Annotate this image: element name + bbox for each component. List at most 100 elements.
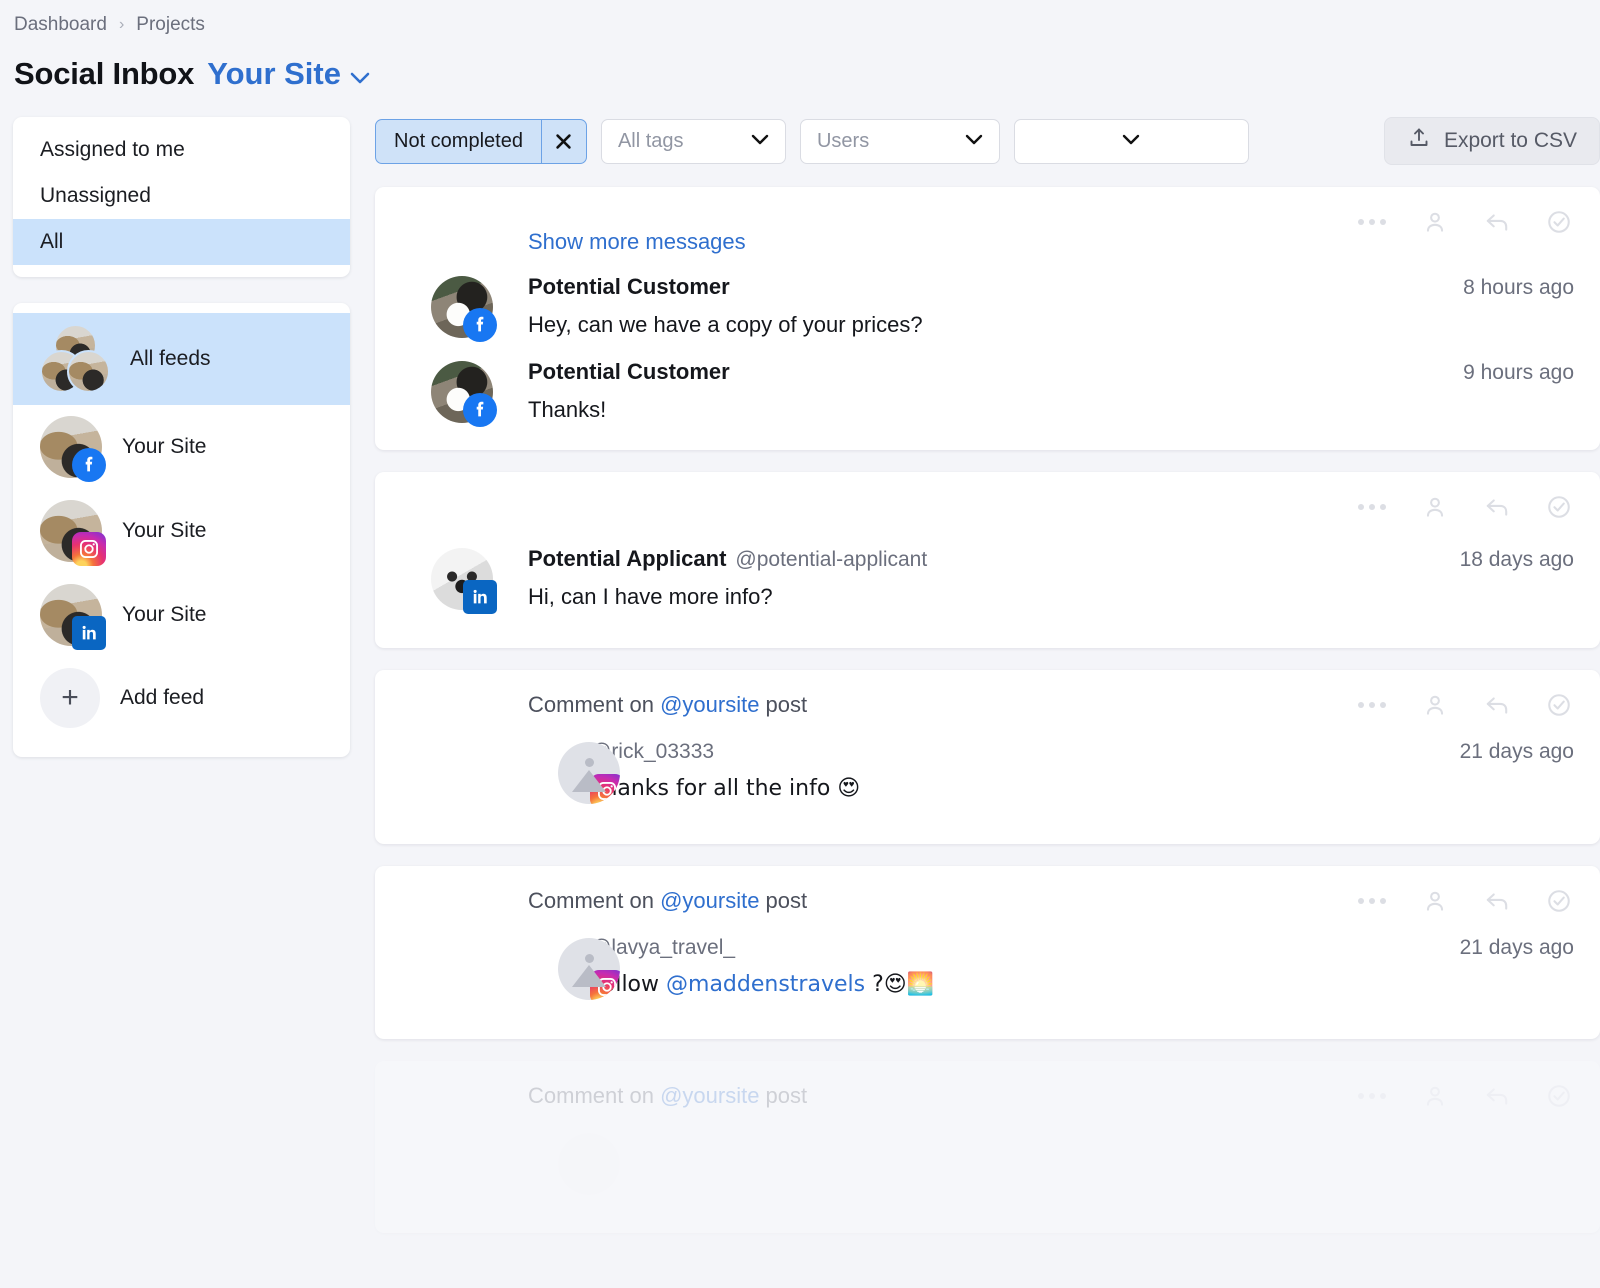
check-circle-icon[interactable] [1546,692,1572,718]
close-icon[interactable] [541,120,586,163]
page-title-row: Social Inbox Your Site [0,36,1600,92]
avatar [67,350,110,393]
message-author: Potential Customer [528,274,730,300]
message-timestamp: 18 days ago [1436,548,1574,572]
reply-arrow-icon[interactable] [1484,888,1510,914]
person-icon[interactable] [1422,1083,1448,1109]
filter-toolbar: Not completed All tags Users [375,117,1600,165]
sidebar-item-feed-facebook[interactable]: Your Site [13,405,350,489]
feeds-card: All feeds Your Site [13,303,350,757]
status-filter-chip[interactable]: Not completed [375,119,587,164]
chevron-down-icon [350,56,370,92]
conversation-card[interactable]: Show more messages Potential Customer 8 … [375,187,1600,450]
site-switcher[interactable]: Your Site [207,56,370,92]
card-actions [1358,1083,1572,1109]
site-switcher-label: Your Site [207,56,341,92]
message-text-mention[interactable]: @maddenstravels [666,972,865,997]
message-text: Hey, can we have a copy of your prices? [528,310,1574,340]
breadcrumb: Dashboard › Projects [0,0,1600,36]
card-actions [1358,888,1572,914]
conversation-card[interactable]: Comment on @yoursite post @lavya_travel_ [375,866,1600,1040]
message-row: @rick_03333 21 days ago Thanks for all t… [401,740,1574,804]
comment-header-prefix: Comment on [528,888,660,913]
instagram-icon [590,970,620,1000]
users-select[interactable]: Users [800,119,1000,164]
facebook-icon [72,448,106,482]
avatar [40,416,102,478]
card-actions [1358,209,1572,235]
sidebar-item-unassigned[interactable]: Unassigned [13,173,350,219]
person-icon[interactable] [1422,888,1448,914]
reply-arrow-icon[interactable] [1484,494,1510,520]
sidebar-item-feed-instagram[interactable]: Your Site [13,489,350,573]
comment-header-mention[interactable]: @yoursite [660,1083,759,1108]
message-author: Potential Applicant [528,546,726,572]
extra-select[interactable] [1014,119,1249,164]
message-text: Follow @maddenstravels ?😍🌅 [590,970,1574,1000]
ellipsis-icon[interactable] [1358,1093,1386,1099]
message-text-suffix: ?😍🌅 [865,972,934,997]
avatar [431,548,493,610]
ellipsis-icon[interactable] [1358,898,1386,904]
reply-arrow-icon[interactable] [1484,209,1510,235]
conversation-card[interactable]: Comment on @yoursite post [375,1061,1600,1233]
person-icon[interactable] [1422,209,1448,235]
sidebar-item-feed-linkedin[interactable]: Your Site [13,573,350,657]
add-feed-label: Add feed [120,686,204,710]
comment-header-suffix: post [759,888,807,913]
sidebar-item-label: Your Site [122,603,206,627]
sidebar-item-label: Your Site [122,519,206,543]
check-circle-icon[interactable] [1546,494,1572,520]
comment-header-mention[interactable]: @yoursite [660,888,759,913]
check-circle-icon[interactable] [1546,888,1572,914]
comment-header-suffix: post [759,692,807,717]
check-circle-icon[interactable] [1546,209,1572,235]
message-timestamp: 21 days ago [1436,936,1574,960]
status-filter-label: Not completed [376,120,541,163]
message-text: Thanks for all the info 😍 [590,774,1574,804]
avatar-placeholder [558,1133,620,1195]
sidebar-item-all-feeds[interactable]: All feeds [13,313,350,405]
page-title: Social Inbox [14,56,194,92]
facebook-icon [463,308,497,342]
card-actions [1358,692,1572,718]
card-actions [1358,494,1572,520]
message-timestamp: 9 hours ago [1439,361,1574,385]
comment-header-suffix: post [759,1083,807,1108]
message-row: @lavya_travel_ 21 days ago Follow @madde… [401,936,1574,1000]
add-feed-button[interactable]: + Add feed [13,657,350,739]
all-feeds-avatar-stack [40,324,110,394]
message-row: Potential Customer 8 hours ago Hey, can … [401,274,1574,340]
comment-header-mention[interactable]: @yoursite [660,692,759,717]
facebook-icon [463,393,497,427]
person-icon[interactable] [1422,494,1448,520]
tags-select[interactable]: All tags [601,119,786,164]
ellipsis-icon[interactable] [1358,219,1386,225]
avatar [431,276,493,338]
message-row: Potential Customer 9 hours ago Thanks! [401,359,1574,425]
comment-header-prefix: Comment on [528,692,660,717]
instagram-icon [590,774,620,804]
ellipsis-icon[interactable] [1358,702,1386,708]
avatar [40,584,102,646]
reply-arrow-icon[interactable] [1484,692,1510,718]
export-to-csv-button[interactable]: Export to CSV [1384,117,1600,165]
avatar [40,500,102,562]
conversation-card[interactable]: Potential Applicant @potential-applicant… [375,472,1600,648]
breadcrumb-projects[interactable]: Projects [136,14,205,36]
sidebar-item-assigned-to-me[interactable]: Assigned to me [13,127,350,173]
chevron-down-icon [1122,132,1140,150]
sidebar-item-all[interactable]: All [13,219,350,265]
breadcrumb-dashboard[interactable]: Dashboard [14,14,107,36]
conversation-card[interactable]: Comment on @yoursite post @rick_03333 [375,670,1600,844]
users-select-placeholder: Users [817,130,869,153]
sidebar-item-label: All feeds [130,347,211,371]
message-row [401,1131,1574,1193]
comment-header-prefix: Comment on [528,1083,660,1108]
message-row: Potential Applicant @potential-applicant… [401,546,1574,612]
breadcrumb-separator-icon: › [119,16,124,34]
person-icon[interactable] [1422,692,1448,718]
check-circle-icon[interactable] [1546,1083,1572,1109]
reply-arrow-icon[interactable] [1484,1083,1510,1109]
ellipsis-icon[interactable] [1358,504,1386,510]
